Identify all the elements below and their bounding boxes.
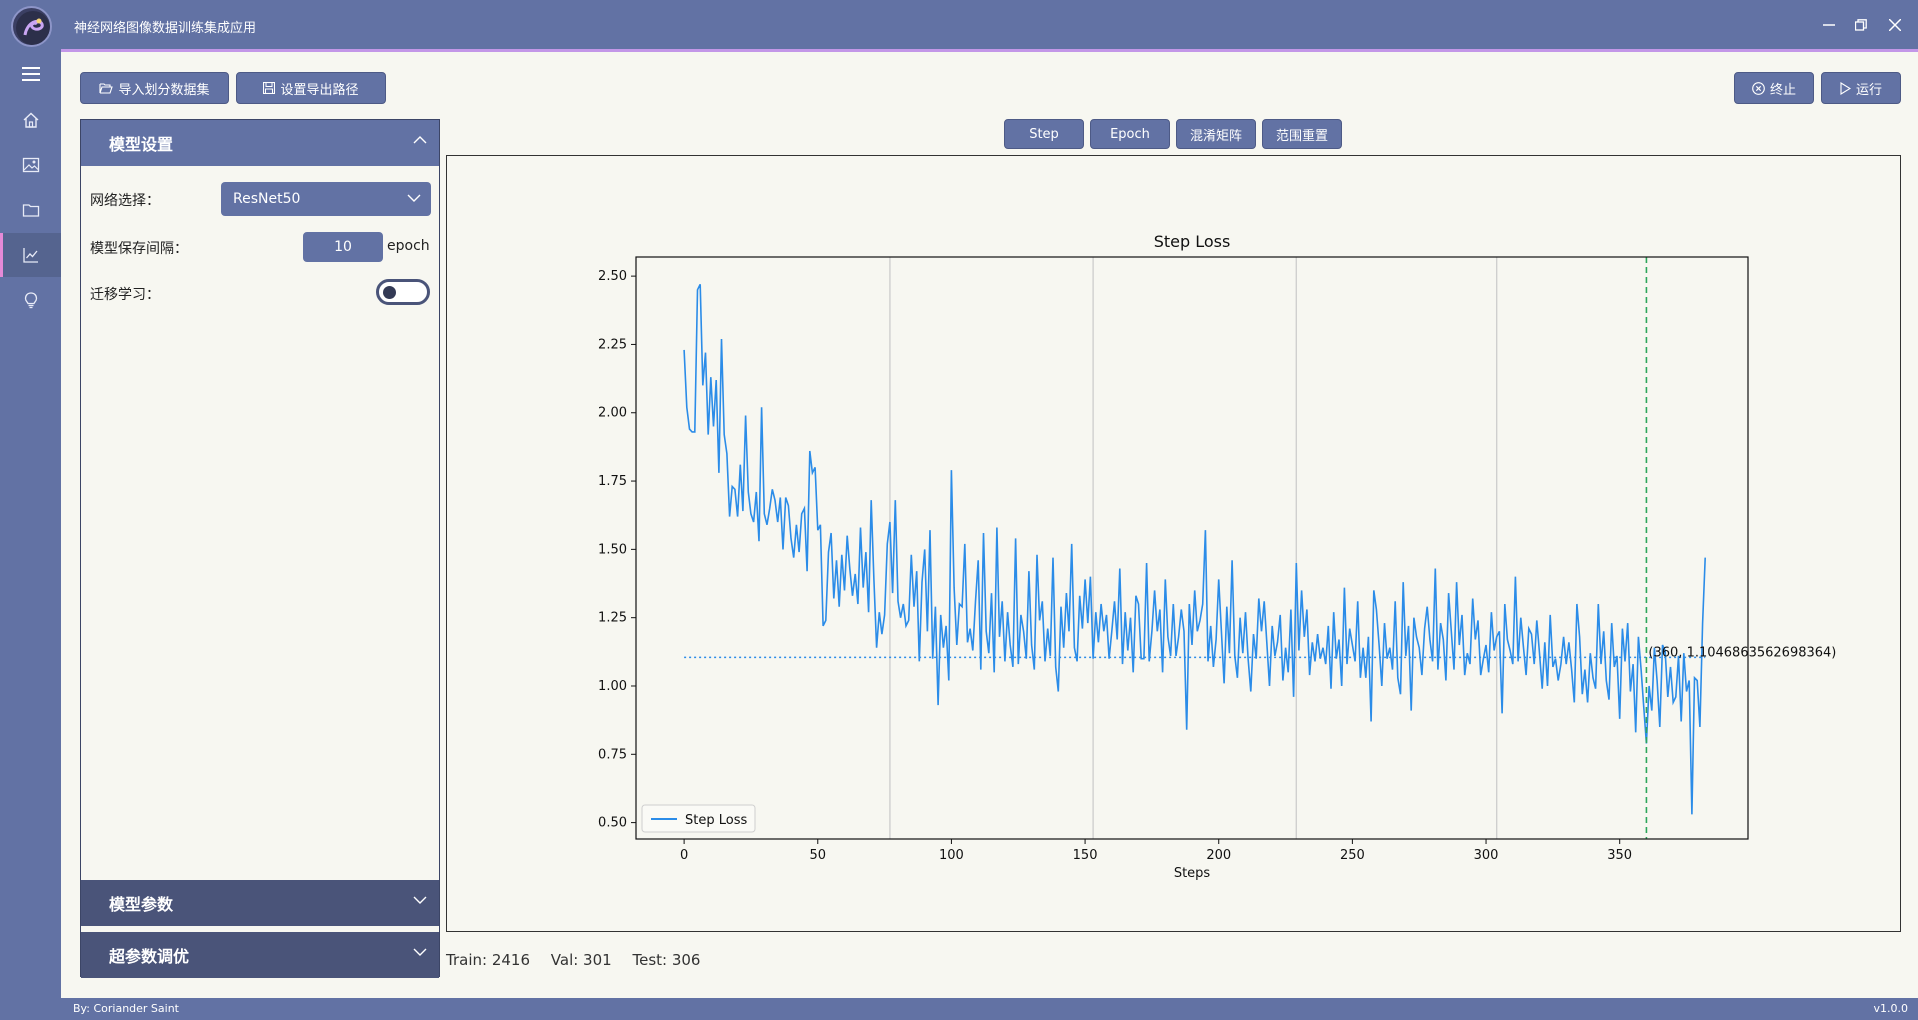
- stop-button[interactable]: 终止: [1734, 72, 1814, 104]
- sidebar-item-home[interactable]: [0, 98, 61, 142]
- set-export-path-label: 设置导出路径: [280, 82, 359, 98]
- section-hyperparam-tuning-title: 超参数调优: [109, 947, 190, 966]
- network-select-label: 网络选择：: [90, 193, 160, 209]
- author-label: By: Coriander Saint: [73, 1002, 179, 1015]
- sidebar-item-tips[interactable]: [0, 278, 61, 322]
- y-tick-label: 2.50: [598, 269, 627, 284]
- close-icon: [1889, 19, 1901, 31]
- y-tick-label: 1.75: [598, 474, 627, 489]
- chart-container: Step Loss (360, 1.1046863562698364) 0 50 100…: [446, 155, 1901, 932]
- sidebar: [0, 52, 61, 1020]
- y-tick-label: 0.50: [598, 816, 627, 831]
- legend-label: Step Loss: [685, 813, 747, 828]
- app-logo: [11, 6, 52, 47]
- folder-icon: [22, 204, 39, 217]
- run-label: 运行: [1855, 82, 1882, 98]
- section-model-settings-title: 模型设置: [109, 135, 174, 154]
- save-interval-label: 模型保存间隔：: [90, 241, 188, 257]
- import-dataset-button[interactable]: 导入划分数据集: [80, 72, 229, 104]
- train-count: Train: 2416: [446, 951, 530, 969]
- close-button[interactable]: [1884, 14, 1906, 36]
- x-tick-label: 150: [1073, 848, 1098, 863]
- transfer-learning-label: 迁移学习：: [90, 287, 160, 303]
- stop-circle-icon: [1752, 81, 1765, 95]
- transfer-learning-toggle[interactable]: [376, 279, 430, 305]
- chart-title: Step Loss: [1154, 232, 1231, 251]
- y-tick-label: 2.00: [598, 406, 627, 421]
- x-tick-label: 200: [1206, 848, 1231, 863]
- y-tick-label: 1.25: [598, 611, 627, 626]
- title-accent-line: [61, 49, 1918, 52]
- step-loss-chart[interactable]: Step Loss (360, 1.1046863562698364) 0 50 100…: [447, 156, 1900, 931]
- section-model-params-title: 模型参数: [109, 895, 174, 914]
- x-tick-label: 0: [680, 848, 688, 863]
- play-icon: [1840, 81, 1851, 95]
- chevron-up-icon: [413, 136, 427, 144]
- tab-step[interactable]: Step: [1004, 119, 1084, 149]
- y-tick-label: 1.50: [598, 542, 627, 557]
- val-count: Val: 301: [550, 951, 612, 969]
- y-tick-label: 2.25: [598, 337, 627, 352]
- home-icon: [23, 112, 38, 128]
- image-icon: [22, 157, 39, 173]
- cursor-annotation: (360, 1.1046863562698364): [1648, 645, 1836, 660]
- toggle-knob: [383, 286, 396, 299]
- status-bar: By: Coriander Saint v1.0.0: [61, 998, 1918, 1020]
- version-label: v1.0.0: [1873, 1002, 1909, 1015]
- settings-panel: 模型设置 网络选择： ResNet50 模型保存间隔： 10 epoch 迁移学…: [80, 119, 440, 978]
- x-tick-label: 50: [809, 848, 826, 863]
- x-axis-label: Steps: [1174, 866, 1211, 881]
- x-tick-label: 250: [1340, 848, 1365, 863]
- plot-frame: [635, 256, 1749, 840]
- sidebar-item-images[interactable]: [0, 143, 61, 187]
- app-title: 神经网络图像数据训练集成应用: [74, 21, 257, 36]
- set-export-path-button[interactable]: 设置导出路径: [236, 72, 386, 104]
- sidebar-item-files[interactable]: [0, 188, 61, 232]
- stop-label: 终止: [1769, 82, 1796, 98]
- section-hyperparam-tuning-header[interactable]: 超参数调优: [81, 932, 439, 978]
- network-select-value: ResNet50: [233, 191, 301, 207]
- minimize-button[interactable]: [1818, 14, 1840, 36]
- section-model-params-header[interactable]: 模型参数: [81, 880, 439, 926]
- step-loss-series-line: [683, 283, 1706, 815]
- network-select[interactable]: ResNet50: [221, 182, 431, 216]
- title-bar: 神经网络图像数据训练集成应用: [0, 0, 1918, 52]
- minimize-icon: [1823, 24, 1835, 26]
- menu-toggle-button[interactable]: [0, 52, 61, 96]
- dataset-counts: Train: 2416 Val: 301 Test: 306: [446, 951, 716, 969]
- tab-confusion-matrix[interactable]: 混淆矩阵: [1176, 119, 1256, 149]
- x-tick-label: 300: [1474, 848, 1499, 863]
- chevron-down-icon: [413, 948, 427, 956]
- run-button[interactable]: 运行: [1821, 72, 1901, 104]
- hamburger-icon: [21, 67, 40, 81]
- tab-epoch[interactable]: Epoch: [1090, 119, 1170, 149]
- save-interval-unit: epoch: [387, 238, 430, 254]
- y-tick-label: 1.00: [598, 679, 627, 694]
- chevron-down-icon: [407, 194, 421, 202]
- tab-reset-range[interactable]: 范围重置: [1262, 119, 1342, 149]
- restore-button[interactable]: [1850, 14, 1872, 36]
- restore-icon: [1855, 19, 1867, 31]
- folder-open-icon: [99, 83, 114, 94]
- chart-icon: [22, 248, 38, 263]
- x-tick-label: 350: [1607, 848, 1632, 863]
- chevron-down-icon: [413, 896, 427, 904]
- save-interval-input[interactable]: 10: [303, 232, 383, 262]
- y-tick-label: 0.75: [598, 747, 627, 762]
- sidebar-item-charts[interactable]: [0, 233, 61, 277]
- x-tick-label: 100: [939, 848, 964, 863]
- section-model-settings-header[interactable]: 模型设置: [81, 120, 439, 166]
- import-dataset-label: 导入划分数据集: [118, 82, 210, 98]
- save-icon: [263, 82, 276, 94]
- lightbulb-icon: [24, 292, 37, 309]
- test-count: Test: 306: [632, 951, 701, 969]
